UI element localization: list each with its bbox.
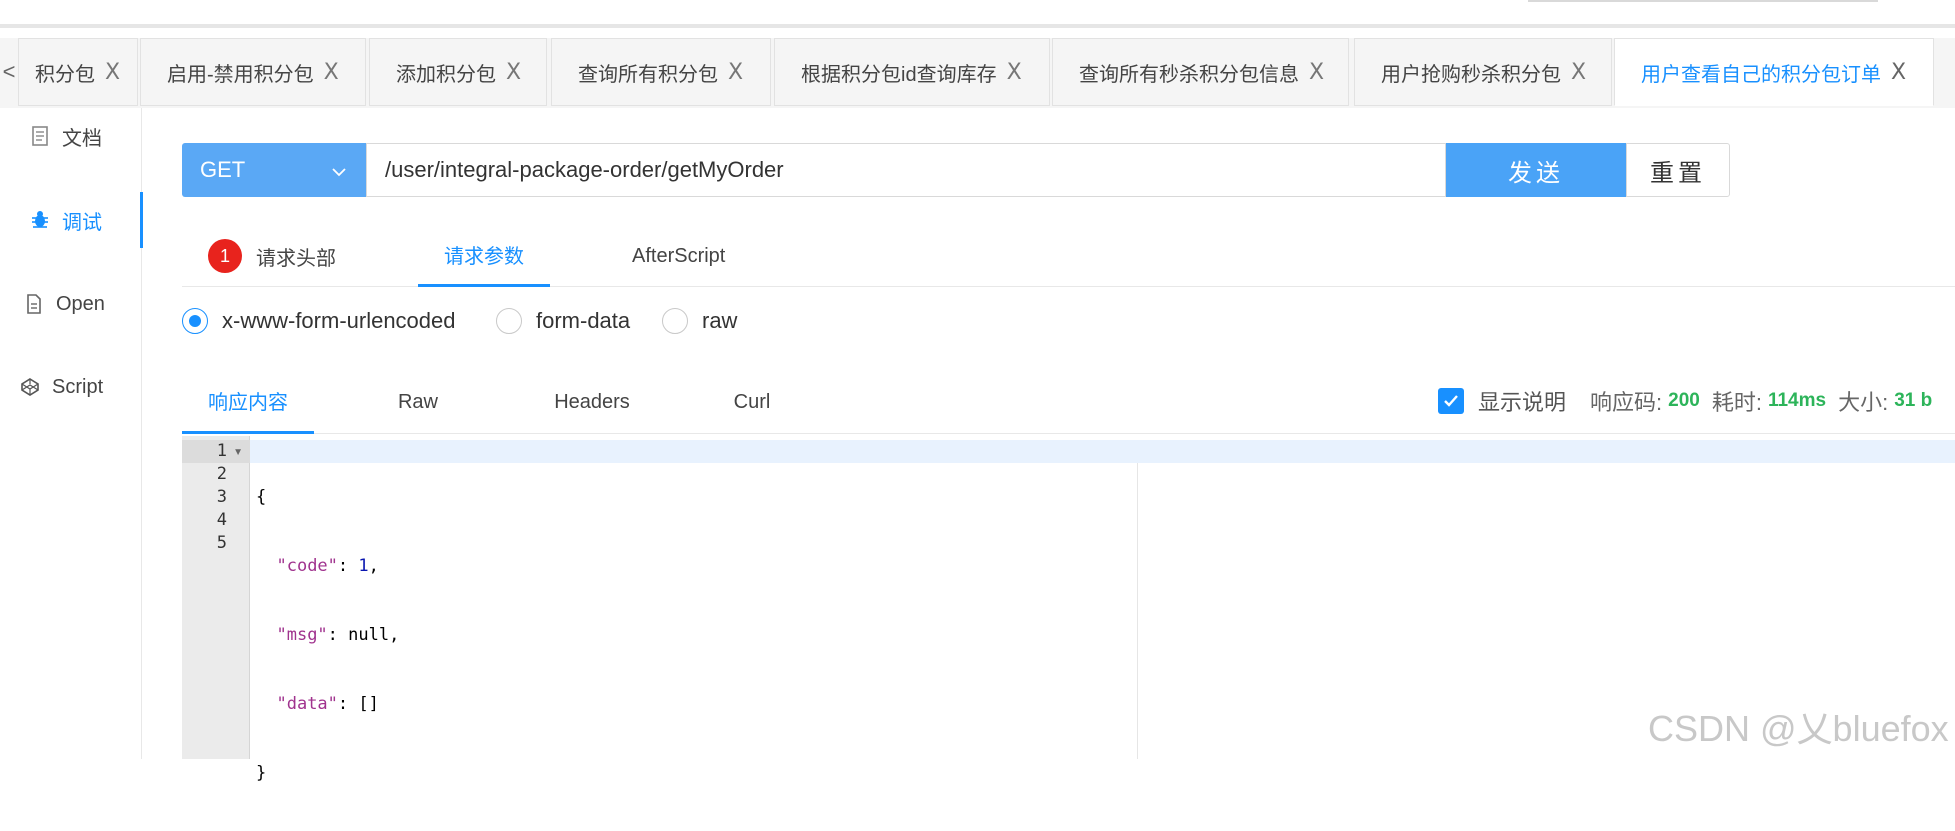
line-number: 3 (216, 487, 227, 507)
sidebar-item-label: Open (56, 292, 105, 315)
tab-response-content[interactable]: 响应内容 (182, 370, 314, 434)
radio-dot (182, 308, 208, 334)
tab-query-seckill[interactable]: 查询所有秒杀积分包信息 X (1052, 38, 1349, 106)
tab-add-package[interactable]: 添加积分包 X (369, 38, 547, 106)
tab-request-params[interactable]: 请求参数 (418, 225, 550, 287)
close-icon[interactable]: X (1007, 60, 1022, 85)
close-icon[interactable]: X (728, 60, 743, 85)
fold-arrow-icon[interactable]: ▼ (233, 447, 243, 458)
radio-label: raw (702, 308, 738, 333)
tab-label: Curl (733, 390, 771, 413)
tab-label: Raw (397, 390, 438, 413)
tab-user-seckill[interactable]: 用户抢购秒杀积分包 X (1354, 38, 1612, 106)
tab-label: 查询所有秒杀积分包信息 (1079, 63, 1299, 86)
sidebar-item-label: Script (52, 375, 104, 398)
radio-dot (496, 308, 522, 334)
method-select[interactable]: GET (182, 143, 366, 197)
close-icon[interactable]: X (105, 60, 120, 85)
time-label: 耗时: (1711, 390, 1762, 415)
document-icon (28, 124, 52, 148)
tab-strip: < 积分包 X 启用-禁用积分包 X 添加积分包 X 查询所有积分包 X 根据积… (0, 38, 1955, 108)
top-bar (0, 0, 1955, 28)
show-description-checkbox[interactable] (1438, 388, 1464, 414)
sidebar-item-open[interactable]: Open (0, 276, 142, 332)
sidebar: 文档 调试 Open Script (0, 108, 143, 759)
watermark: CSDN @乂bluefox (1648, 708, 1949, 749)
headers-count-badge: 1 (208, 239, 242, 273)
close-icon[interactable]: X (1571, 60, 1586, 85)
size-value: 31 b (1894, 390, 1933, 411)
sidebar-item-label: 文档 (62, 127, 102, 150)
search-box-edge[interactable] (1528, 0, 1878, 2)
chevron-down-icon (330, 161, 348, 187)
tab-label: 请求头部 (256, 247, 336, 270)
tab-label: Headers (554, 390, 630, 413)
send-button[interactable]: 发送 (1446, 143, 1626, 197)
tab-label: 用户查看自己的积分包订单 (1641, 63, 1881, 86)
request-tabs: 1 请求头部 请求参数 AfterScript (182, 225, 1955, 287)
tab-label: 用户抢购秒杀积分包 (1381, 63, 1561, 86)
code-line: "code": 1, (276, 556, 379, 576)
line-number: 5 (216, 533, 227, 553)
tab-scroll-left-icon[interactable]: < (0, 52, 18, 92)
code-line: "msg": null, (276, 625, 400, 645)
response-meta: 显示说明 响应码: 200 耗时: 114ms 大小: 31 b (1438, 384, 1932, 418)
code-line: { (256, 487, 267, 507)
time-value: 114ms (1767, 390, 1827, 411)
close-icon[interactable]: X (1309, 60, 1324, 85)
tab-label: 查询所有积分包 (578, 63, 718, 86)
bug-icon (28, 208, 52, 232)
line-gutter: 1 ▼ 2 3 4 5 (182, 436, 250, 759)
code-content: { "code": 1, "msg": null, "data": [] } (256, 440, 399, 831)
tab-label: 请求参数 (444, 246, 524, 268)
active-line-highlight (182, 440, 1955, 463)
tab-request-headers[interactable]: 1 请求头部 (208, 225, 336, 287)
code-line: "data": [] (276, 694, 379, 714)
reset-button[interactable]: 重置 (1626, 143, 1730, 197)
tab-label: AfterScript (632, 244, 726, 267)
close-icon[interactable]: X (324, 60, 339, 85)
tab-my-orders[interactable]: 用户查看自己的积分包订单 X (1614, 38, 1934, 106)
status-label: 响应码: (1590, 390, 1663, 415)
tab-afterscript[interactable]: AfterScript (632, 225, 725, 287)
status-value: 200 (1668, 390, 1700, 411)
tab-integral-package[interactable]: 积分包 X (18, 38, 138, 106)
tab-query-stock[interactable]: 根据积分包id查询库存 X (774, 38, 1050, 106)
codepen-icon (18, 375, 42, 399)
sidebar-item-debug[interactable]: 调试 (0, 192, 143, 248)
tab-response-raw[interactable]: Raw (358, 370, 478, 434)
line-number: 1 (216, 441, 227, 461)
method-value: GET (200, 157, 246, 182)
tab-label: 添加积分包 (396, 63, 496, 86)
sidebar-item-label: 调试 (62, 211, 102, 234)
tab-label: 积分包 (35, 63, 95, 86)
sidebar-item-docs[interactable]: 文档 (0, 108, 142, 164)
url-input[interactable]: /user/integral-package-order/getMyOrder (366, 143, 1446, 197)
tab-label: 响应内容 (208, 392, 288, 414)
show-description-label: 显示说明 (1478, 390, 1567, 415)
sidebar-item-script[interactable]: Script (0, 359, 142, 415)
size-label: 大小: (1838, 390, 1889, 415)
radio-label: x-www-form-urlencoded (222, 308, 456, 333)
radio-form-data[interactable]: form-data (496, 304, 630, 338)
file-icon (22, 292, 46, 316)
tab-response-curl[interactable]: Curl (702, 370, 802, 434)
print-margin (1137, 463, 1138, 759)
radio-urlencoded[interactable]: x-www-form-urlencoded (182, 304, 456, 338)
radio-label: form-data (536, 308, 631, 333)
tab-enable-disable[interactable]: 启用-禁用积分包 X (140, 38, 366, 106)
tab-query-all[interactable]: 查询所有积分包 X (551, 38, 771, 106)
radio-raw[interactable]: raw (662, 304, 737, 338)
tab-response-headers[interactable]: Headers (522, 370, 662, 434)
close-icon[interactable]: X (1891, 60, 1906, 85)
line-number: 4 (216, 510, 227, 530)
tab-label: 启用-禁用积分包 (167, 63, 314, 86)
line-number: 2 (216, 464, 227, 484)
code-line: } (256, 763, 267, 783)
radio-dot (662, 308, 688, 334)
close-icon[interactable]: X (506, 60, 521, 85)
tab-label: 根据积分包id查询库存 (801, 63, 997, 86)
